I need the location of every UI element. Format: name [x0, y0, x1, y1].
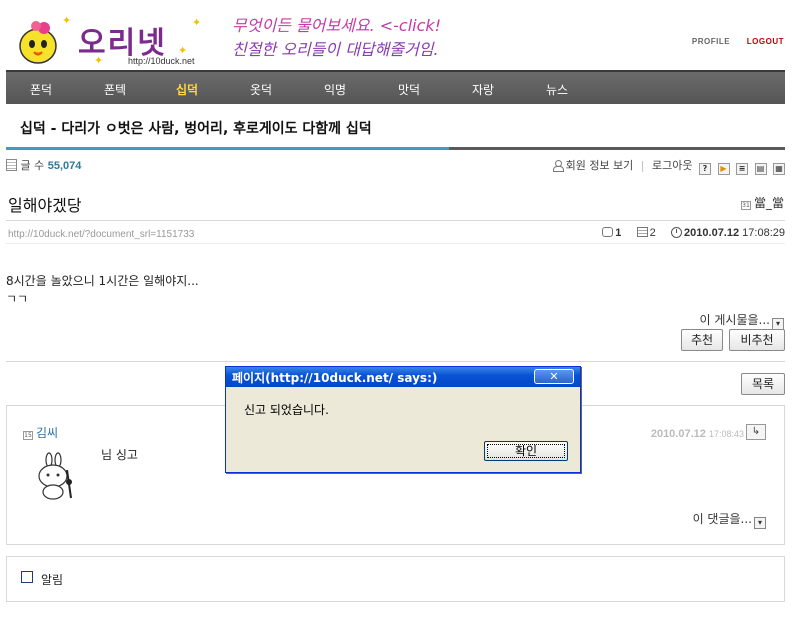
trackback-count-icon: [636, 227, 648, 237]
site-logo[interactable]: ✦ ✦ ✦ ✦ 오리넷 http://10duck.net: [8, 12, 218, 67]
board-info-bar: 글 수 55,074 회원 정보 보기 | 로그아웃 ? ▶ ≡ ▤ ▦: [6, 156, 785, 175]
webzine-view-icon[interactable]: ▤: [754, 163, 767, 175]
recommend-button[interactable]: 추천: [681, 329, 723, 351]
slogan-line-2: 친절한 오리들이 대답해줄거임.: [232, 40, 439, 59]
logout-link[interactable]: LOGOUT: [747, 37, 784, 46]
main-nav: 폰덕 폰텍 십덕 옷덕 익명 맛덕 자랑 뉴스: [6, 70, 785, 104]
comment-date-value: 2010.07.12: [650, 428, 706, 440]
comment-actions-menu[interactable]: 이 댓글을... ▾: [693, 510, 766, 529]
board-title-accent: [6, 147, 449, 150]
gallery-view-icon[interactable]: ▶: [717, 163, 730, 175]
nav-item-news[interactable]: 뉴스: [546, 81, 568, 98]
board-tools: 회원 정보 보기 | 로그아웃 ? ▶ ≡ ▤ ▦: [553, 157, 785, 175]
nav-item-clothes-duck[interactable]: 옷덕: [250, 81, 272, 98]
member-info-link[interactable]: 회원 정보 보기: [566, 159, 634, 172]
alert-dialog: 페이지(http://10duck.net/ says:) ✕ 신고 되었습니다…: [225, 366, 581, 473]
logout-board-link[interactable]: 로그아웃: [652, 159, 692, 172]
comment-count-icon: [602, 227, 614, 237]
comment-count: 1: [615, 227, 622, 239]
post-permalink[interactable]: http://10duck.net/?document_srl=1151733: [8, 229, 194, 240]
nav-item-sipduck[interactable]: 십덕: [176, 81, 198, 98]
post-meta: http://10duck.net/?document_srl=1151733 …: [6, 220, 785, 244]
post-count: 글 수 55,074: [6, 157, 81, 173]
comment-author[interactable]: 15 김씨: [23, 424, 58, 441]
post-title: 일해야겠당: [8, 196, 82, 215]
post-body-line: ㄱㄱ: [6, 292, 29, 306]
nav-item-phone-tech[interactable]: 폰텍: [104, 81, 126, 98]
post-time: 17:08:29: [742, 227, 785, 239]
dropdown-icon: ▾: [754, 517, 766, 529]
site-header: ✦ ✦ ✦ ✦ 오리넷 http://10duck.net 무엇이든 물어보세요…: [0, 0, 798, 70]
divider: [6, 361, 785, 362]
not-recommend-button[interactable]: 비추천: [729, 329, 785, 351]
logo-url: http://10duck.net: [128, 56, 195, 66]
post-actions-label: 이 게시물을...: [699, 313, 770, 327]
help-icon[interactable]: ?: [699, 163, 711, 175]
star-icon: ✦: [192, 16, 202, 29]
comment-date: 2010.07.12 17:08:43: [651, 428, 744, 440]
trackback-count: 2: [649, 227, 656, 239]
top-links: PROFILE LOGOUT: [678, 37, 784, 46]
profile-link[interactable]: PROFILE: [692, 37, 730, 46]
comment-actions-label: 이 댓글을...: [692, 512, 752, 526]
comment-text: 님 싱고: [101, 448, 138, 462]
nav-item-phone-duck[interactable]: 폰덕: [30, 81, 52, 98]
post-actions-menu[interactable]: 이 게시물을... ▾: [700, 311, 784, 330]
nav-item-anonymous[interactable]: 익명: [324, 81, 346, 98]
avatar: [38, 452, 72, 500]
post-body-line: 8시간을 놀았으니 1시간은 일해야지...: [6, 274, 199, 288]
post-date: 2010.07.12: [684, 227, 740, 239]
comment-time-value: 17:08:43: [708, 429, 744, 439]
star-icon: ✦: [62, 14, 72, 27]
level-badge-icon: 31: [740, 201, 751, 210]
grid-view-icon[interactable]: ▦: [773, 163, 785, 175]
comment-author-name: 김씨: [36, 426, 59, 440]
slogan-line-1: 무엇이든 물어보세요. <-click!: [232, 16, 442, 35]
document-icon: [6, 159, 17, 171]
dialog-title: 페이지(http://10duck.net/ says:): [232, 371, 438, 385]
dialog-message: 신고 되었습니다.: [244, 403, 329, 417]
list-button[interactable]: 목록: [741, 373, 785, 395]
dialog-titlebar[interactable]: 페이지(http://10duck.net/ says:) ✕: [226, 367, 580, 387]
notify-box: 알림: [6, 556, 785, 602]
nav-item-food-duck[interactable]: 맛덕: [398, 81, 420, 98]
person-icon: [553, 160, 565, 172]
level-badge-icon: 15: [23, 431, 33, 440]
post-count-label: 글 수: [20, 159, 45, 172]
notify-checkbox[interactable]: [21, 571, 33, 583]
slogan-banner[interactable]: 무엇이든 물어보세요. <-click! 친절한 오리들이 대답해줄거임.: [232, 14, 441, 62]
post-stats: 1 2 2010.07.12 17:08:29: [602, 227, 785, 239]
post-author[interactable]: 31 當_當: [740, 194, 784, 211]
chick-mascot-icon: [19, 21, 57, 64]
post-count-value: 55,074: [47, 160, 82, 172]
post-author-name: 當_當: [753, 196, 784, 210]
ok-button[interactable]: 확인: [484, 441, 568, 461]
close-icon[interactable]: ✕: [534, 369, 574, 384]
board-title: 십덕 - 다리가 ㅇ벗은 사람, 벙어리, 후로게이도 다함께 십덕: [20, 121, 372, 137]
list-view-icon[interactable]: ≡: [736, 163, 748, 175]
clock-icon: [671, 227, 683, 238]
post-body: 8시간을 놀았으니 1시간은 일해야지... ㄱㄱ: [6, 272, 199, 308]
notify-label: 알림: [41, 573, 64, 587]
separator: |: [640, 159, 645, 172]
reply-icon[interactable]: ↳: [746, 424, 766, 440]
nav-item-brag[interactable]: 자랑: [472, 81, 494, 98]
